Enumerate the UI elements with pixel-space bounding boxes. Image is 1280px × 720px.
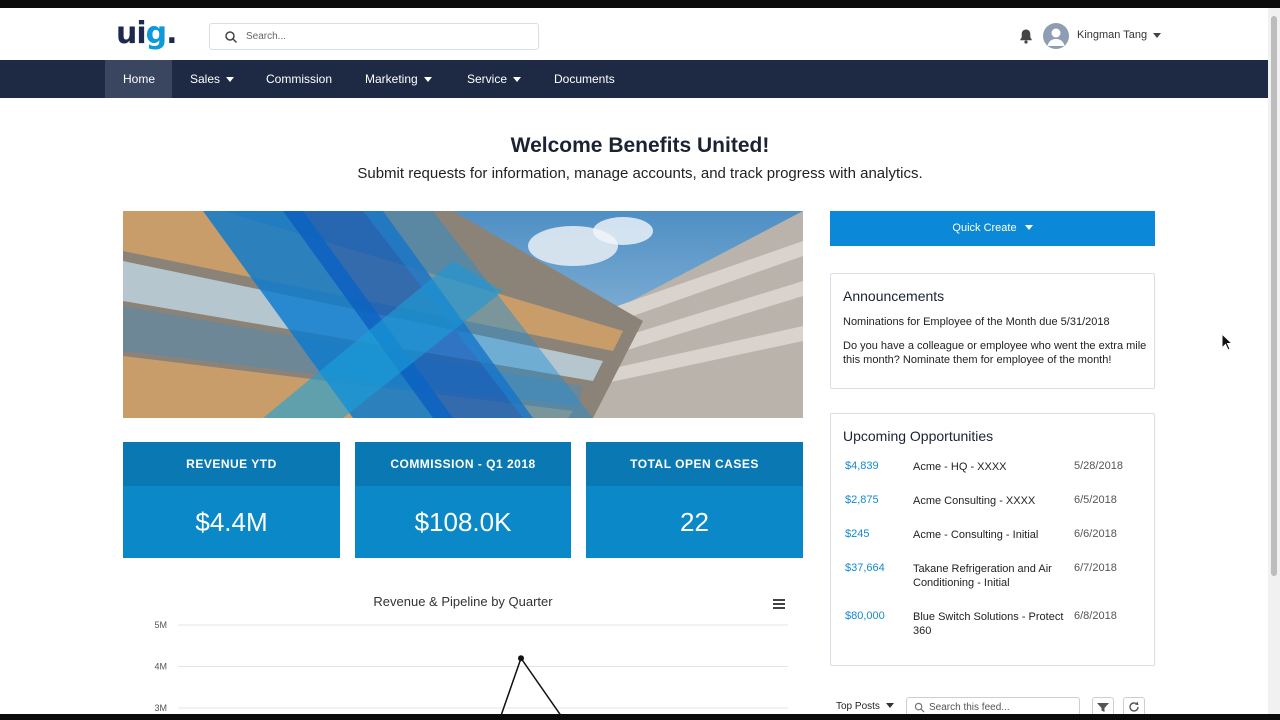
search-icon [914, 702, 925, 713]
search-icon [225, 31, 238, 44]
opportunity-amount-link[interactable]: $2,875 [845, 494, 879, 506]
site-header: uig. Kingman Tang [0, 8, 1268, 60]
y-tick-label: 5M [154, 620, 167, 630]
chart-data-point[interactable] [518, 655, 524, 662]
quick-create-button[interactable]: Quick Create [830, 211, 1155, 246]
welcome-title: Welcome Benefits United! [510, 134, 770, 157]
opportunity-amount-link[interactable]: $4,839 [845, 460, 879, 472]
kpi-label: TOTAL OPEN CASES [586, 442, 803, 486]
kpi-value: $4.4M [195, 507, 268, 537]
y-tick-label: 3M [154, 703, 167, 713]
user-avatar-icon [1047, 28, 1065, 46]
chevron-down-icon [885, 703, 894, 708]
announcements-title: Announcements [843, 288, 945, 304]
opportunity-date: 6/7/2018 [1074, 562, 1117, 574]
upcoming-opportunities-card: Upcoming Opportunities $4,839 Acme - HQ … [830, 413, 1155, 666]
opportunity-date: 6/8/2018 [1074, 610, 1117, 622]
page-scrollbar[interactable] [1268, 8, 1280, 714]
opportunity-amount-link[interactable]: $245 [845, 528, 869, 540]
scrollbar-thumb[interactable] [1271, 16, 1277, 576]
global-search[interactable] [209, 23, 539, 50]
chart-title: Revenue & Pipeline by Quarter [373, 594, 553, 609]
kpi-total-open-cases[interactable]: TOTAL OPEN CASES 22 [586, 442, 803, 558]
user-name[interactable]: Kingman Tang [1077, 29, 1147, 41]
announcement-headline: Nominations for Employee of the Month du… [843, 316, 1110, 328]
opportunity-name: Takane Refrigeration and Air Conditionin… [913, 563, 1052, 589]
opportunity-date: 5/28/2018 [1074, 460, 1123, 472]
nav-tab-service[interactable]: Service [449, 60, 539, 98]
chevron-down-icon [1024, 225, 1033, 230]
y-tick-label: 4M [154, 662, 167, 672]
announcements-card: Announcements Nominations for Employee o… [830, 273, 1155, 389]
chevron-down-icon [423, 77, 432, 82]
company-logo[interactable]: uig. [116, 16, 178, 52]
opportunity-name: Blue Switch Solutions - Protect 360 [913, 611, 1064, 637]
mouse-cursor-icon [1221, 333, 1233, 351]
kpi-label: REVENUE YTD [123, 442, 340, 486]
nav-tab-sales[interactable]: Sales [172, 60, 252, 98]
nav-tab-marketing[interactable]: Marketing [347, 60, 450, 98]
kpi-commission-q1[interactable]: COMMISSION - Q1 2018 $108.0K [355, 442, 571, 558]
announcement-body: Do you have a colleague or employee who … [843, 340, 1147, 366]
nav-tab-home[interactable]: Home [105, 60, 172, 98]
kpi-value: $108.0K [414, 507, 512, 537]
opportunity-date: 6/5/2018 [1074, 494, 1117, 506]
window-bottom-edge [0, 714, 1280, 720]
opportunity-name: Acme Consulting - XXXX [913, 495, 1036, 507]
welcome-subtitle: Submit requests for information, manage … [357, 165, 923, 182]
window-top-edge [0, 0, 1280, 8]
main-navigation: Home Sales Commission Marketing Service … [0, 60, 1268, 98]
chevron-down-icon [226, 77, 235, 82]
kpi-label: COMMISSION - Q1 2018 [355, 442, 571, 486]
opportunity-date: 6/6/2018 [1074, 528, 1117, 540]
opportunity-name: Acme - Consulting - Initial [913, 529, 1039, 541]
nav-tab-documents[interactable]: Documents [536, 60, 633, 98]
kpi-value: 22 [680, 507, 709, 537]
revenue-pipeline-chart: 5M 4M 3M [154, 620, 788, 715]
opportunity-name: Acme - HQ - XXXX [913, 461, 1007, 473]
feed-search-input[interactable] [929, 700, 1077, 714]
opportunity-amount-link[interactable]: $80,000 [845, 610, 885, 622]
opportunities-title: Upcoming Opportunities [843, 428, 994, 444]
chevron-down-icon [513, 77, 522, 82]
kpi-revenue-ytd[interactable]: REVENUE YTD $4.4M [123, 442, 340, 558]
opportunity-amount-link[interactable]: $37,664 [845, 562, 885, 574]
hero-banner-image [123, 211, 803, 418]
user-avatar[interactable] [1043, 23, 1069, 49]
search-input[interactable] [246, 27, 526, 46]
feed-sort-dropdown[interactable]: Top Posts [836, 701, 894, 712]
chart-menu-icon[interactable] [772, 598, 786, 610]
user-menu-chevron-icon[interactable] [1153, 33, 1161, 38]
notification-bell-icon[interactable] [1018, 28, 1034, 44]
nav-tab-commission[interactable]: Commission [248, 60, 350, 98]
